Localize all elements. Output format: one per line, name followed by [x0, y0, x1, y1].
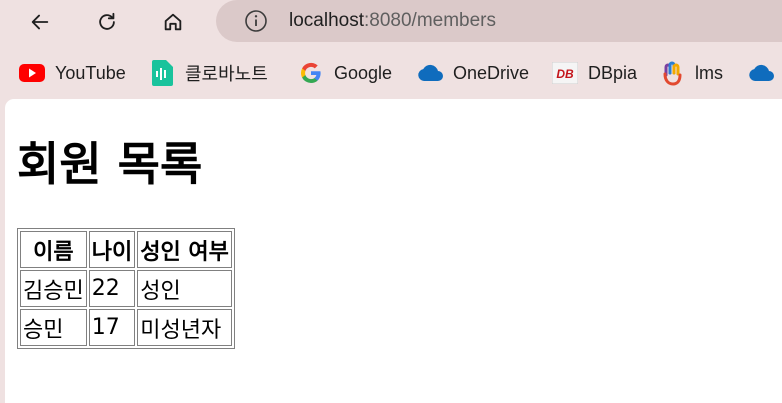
cell-adult-status: 성인 — [137, 270, 232, 307]
bookmark-label: YouTube — [55, 62, 126, 83]
header-adult-status: 성인 여부 — [137, 231, 232, 268]
dbpia-icon: DB — [552, 60, 578, 86]
bookmark-label: Google — [334, 62, 393, 83]
cell-adult-status: 미성년자 — [137, 309, 232, 346]
url-host: localhost — [289, 10, 364, 31]
bookmark-youtube[interactable]: YouTube — [19, 56, 126, 90]
reload-icon — [99, 12, 115, 30]
address-bar[interactable]: localhost:8080/members — [216, 0, 782, 42]
url-path: :8080/members — [364, 10, 497, 31]
bookmark-label: DBpia — [588, 62, 638, 83]
reload-button[interactable] — [89, 4, 125, 40]
page-title: 회원 목록 — [17, 137, 203, 191]
cell-age: 17 — [88, 309, 136, 346]
info-icon[interactable] — [244, 9, 268, 33]
bookmark-label: lms — [695, 62, 723, 83]
members-table: 이름 나이 성인 여부 김승민 22 성인 승민 17 미성년자 — [17, 228, 235, 349]
cell-name: 승민 — [20, 309, 87, 346]
bookmarks-bar: YouTube 클로바노트 Google OneDrive DB DBpia l… — [0, 56, 782, 90]
url-text[interactable]: localhost:8080/members — [289, 8, 496, 34]
bookmark-label: OneDrive — [453, 62, 530, 83]
bookmark-clova-note[interactable]: 클로바노트 — [149, 56, 268, 90]
lms-icon — [659, 60, 685, 86]
header-age: 나이 — [88, 231, 136, 268]
page-content: 회원 목록 이름 나이 성인 여부 김승민 22 성인 승민 17 미성년자 — [5, 99, 782, 403]
onedrive-icon — [748, 60, 774, 86]
clova-note-icon — [149, 60, 175, 86]
onedrive-icon — [417, 60, 443, 86]
back-arrow-icon — [31, 14, 49, 30]
back-button[interactable] — [22, 4, 58, 40]
table-row: 김승민 22 성인 — [20, 270, 232, 307]
bookmark-lms[interactable]: lms — [659, 56, 723, 90]
bookmark-onedrive-overflow[interactable] — [748, 56, 782, 90]
table-header-row: 이름 나이 성인 여부 — [20, 231, 232, 268]
bookmark-dbpia[interactable]: DB DBpia — [552, 56, 637, 90]
cell-age: 22 — [88, 270, 136, 307]
browser-toolbar: localhost:8080/members — [0, 0, 782, 44]
cell-name: 김승민 — [20, 270, 87, 307]
home-button[interactable] — [155, 4, 191, 40]
bookmark-google[interactable]: Google — [298, 56, 392, 90]
header-name: 이름 — [20, 231, 87, 268]
svg-text:DB: DB — [556, 67, 574, 81]
google-icon — [298, 60, 324, 86]
bookmark-label: 클로바노트 — [185, 64, 268, 84]
youtube-icon — [19, 60, 45, 86]
bookmark-onedrive[interactable]: OneDrive — [417, 56, 529, 90]
home-icon — [164, 13, 182, 31]
table-row: 승민 17 미성년자 — [20, 309, 232, 346]
